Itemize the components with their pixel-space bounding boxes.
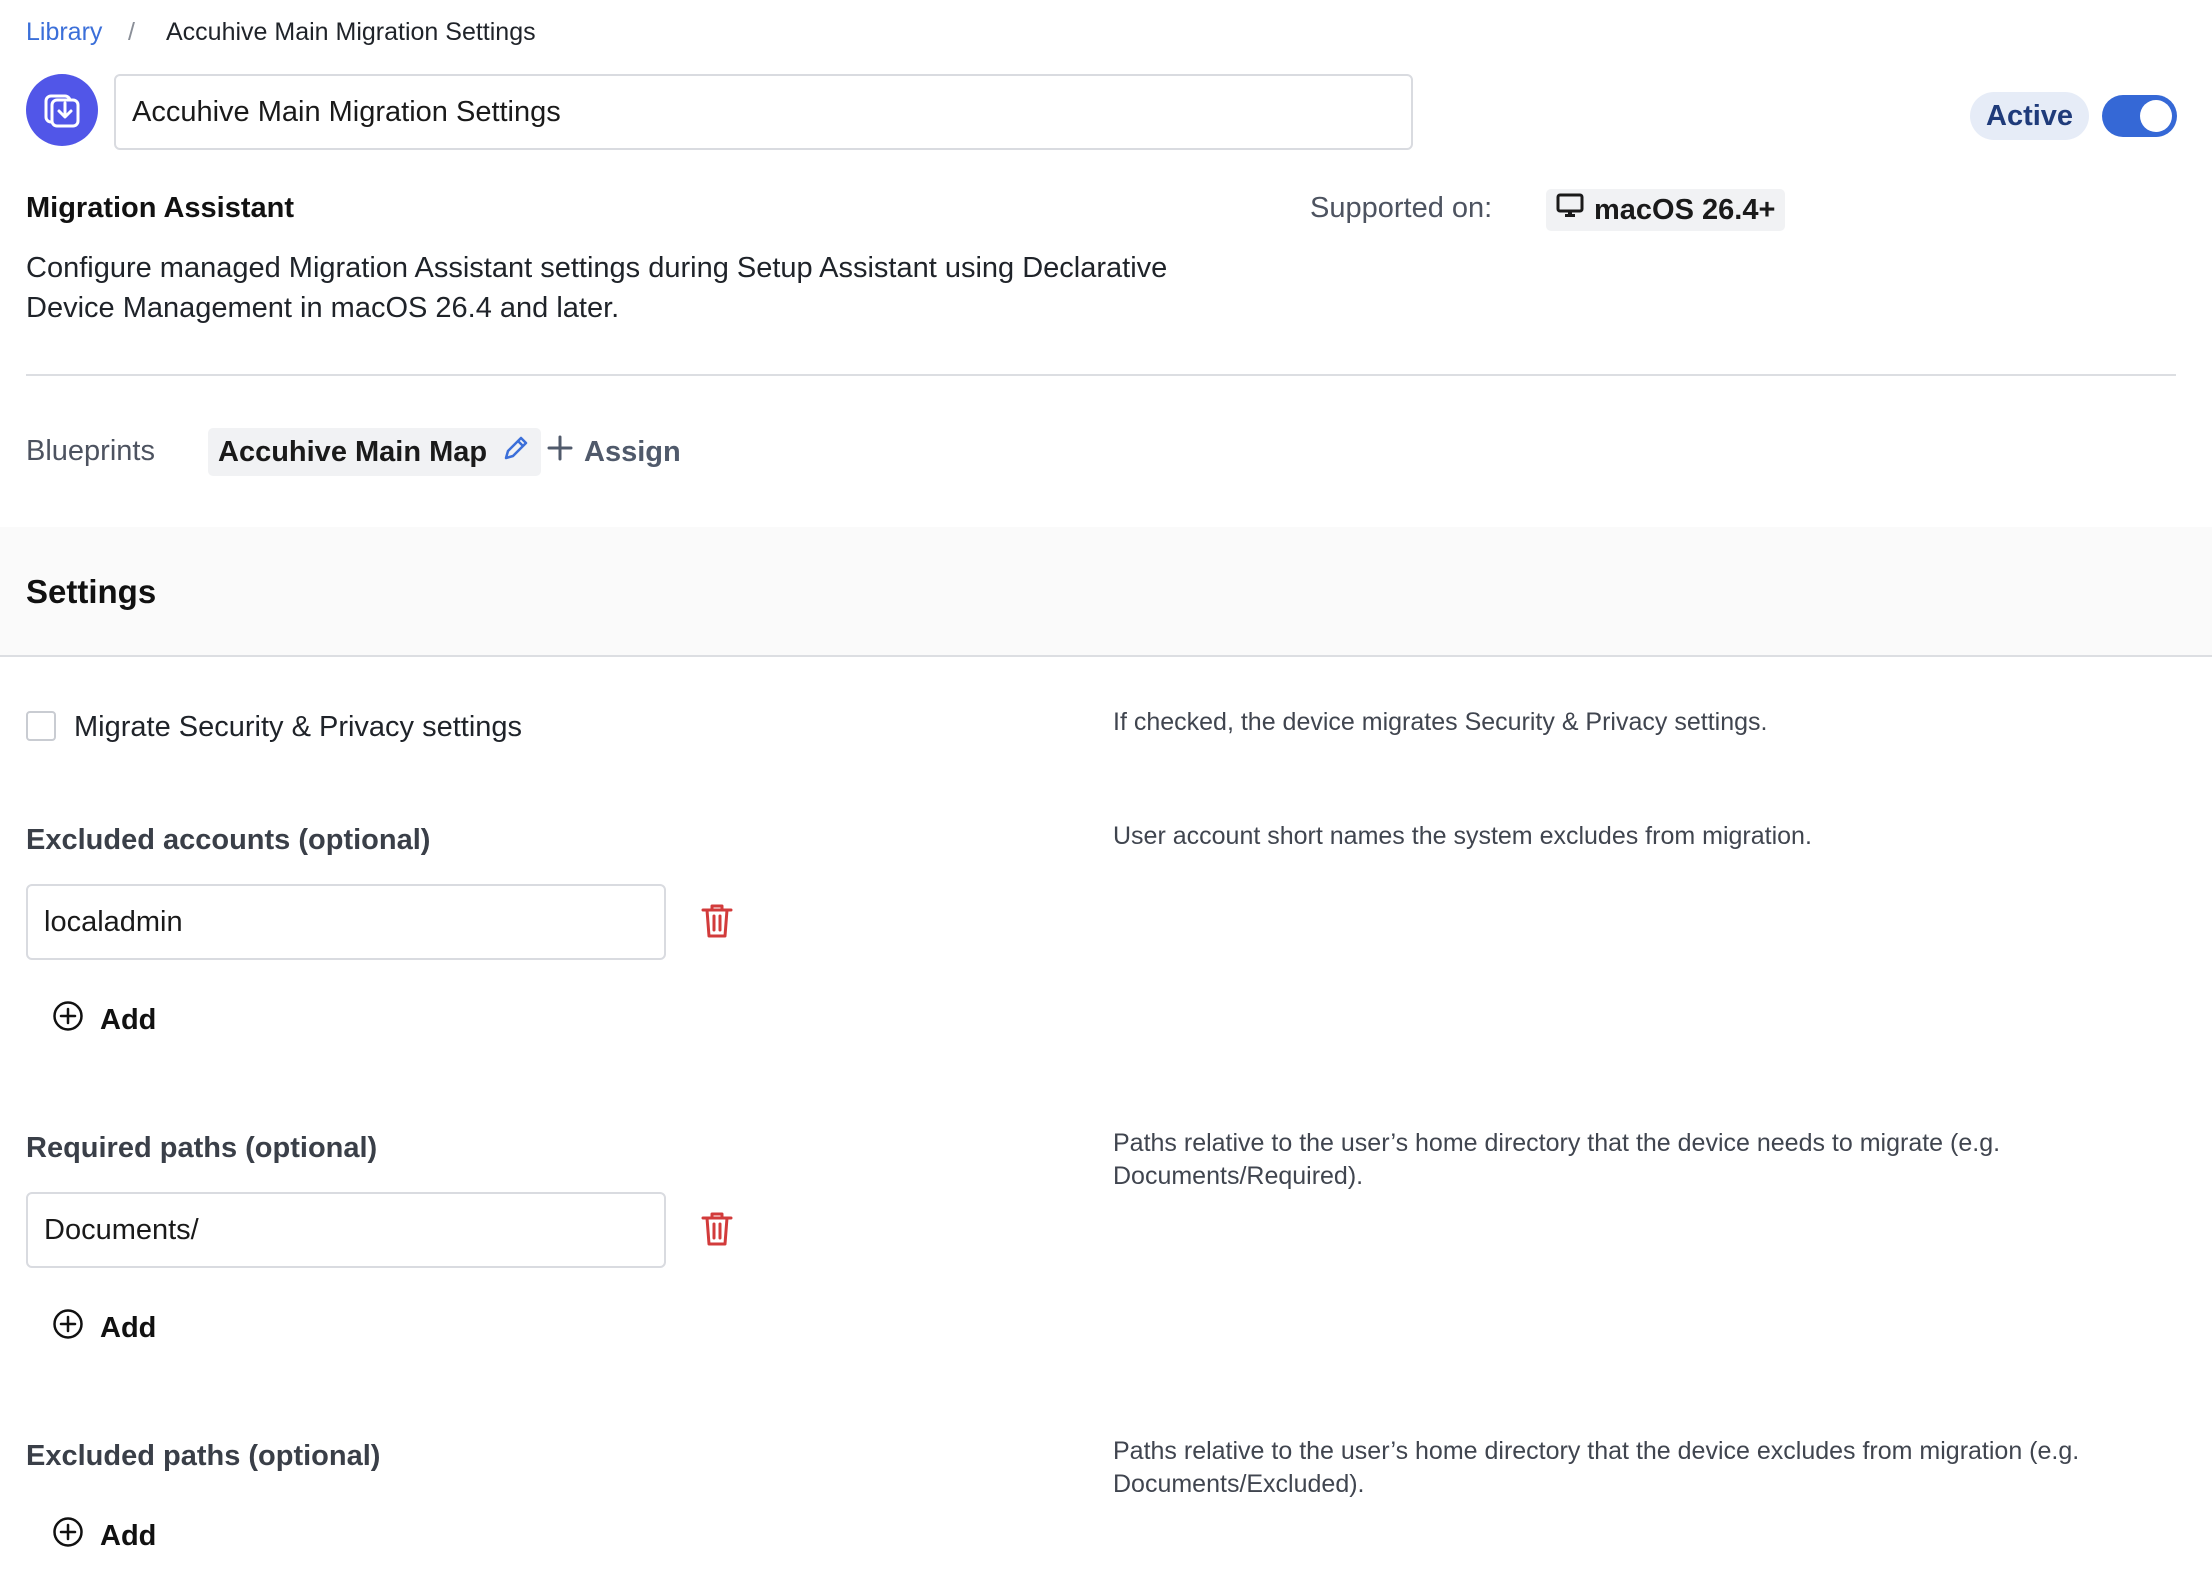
section-divider bbox=[26, 374, 2176, 376]
supported-os-label: macOS 26.4+ bbox=[1594, 193, 1776, 226]
add-excluded-path-button[interactable]: Add bbox=[52, 1514, 156, 1558]
blueprint-chip[interactable]: Accuhive Main Map bbox=[208, 428, 542, 476]
required-paths-label: Required paths (optional) bbox=[26, 1132, 378, 1164]
excluded-accounts-help: User account short names the system excl… bbox=[1113, 822, 1812, 850]
pencil-icon[interactable] bbox=[501, 433, 531, 471]
assign-blueprint-button[interactable]: Assign bbox=[546, 428, 681, 476]
required-paths-help: Paths relative to the user’s home direct… bbox=[1113, 1129, 2001, 1190]
add-label: Add bbox=[100, 1519, 157, 1552]
add-label: Add bbox=[100, 1003, 157, 1036]
status-badge: Active bbox=[1970, 92, 2090, 140]
add-excluded-account-button[interactable]: Add bbox=[52, 998, 156, 1042]
breadcrumb-separator: / bbox=[128, 18, 135, 46]
migrate-security-checkbox[interactable] bbox=[26, 711, 56, 741]
plus-circle-icon bbox=[52, 1308, 84, 1348]
blueprint-name: Accuhive Main Map bbox=[218, 435, 488, 468]
required-path-input[interactable] bbox=[26, 1192, 666, 1268]
blueprints-label: Blueprints bbox=[26, 435, 155, 467]
migrate-security-help: If checked, the device migrates Security… bbox=[1113, 708, 1768, 736]
plus-icon bbox=[546, 434, 574, 470]
settings-header bbox=[0, 527, 2212, 657]
library-item-title-input[interactable] bbox=[114, 74, 1413, 150]
supported-on-label: Supported on: bbox=[1310, 192, 1493, 224]
settings-title: Settings bbox=[26, 573, 157, 610]
delete-required-path-trash-icon[interactable] bbox=[700, 1210, 734, 1248]
library-item-name: Migration Assistant bbox=[26, 192, 295, 224]
breadcrumb-current: Accuhive Main Migration Settings bbox=[166, 18, 536, 46]
add-label: Add bbox=[100, 1311, 157, 1344]
add-required-path-button[interactable]: Add bbox=[52, 1306, 156, 1350]
plus-circle-icon bbox=[52, 1516, 84, 1556]
delete-excluded-account-trash-icon[interactable] bbox=[700, 902, 734, 940]
excluded-account-input[interactable] bbox=[26, 884, 666, 960]
breadcrumb-library-link[interactable]: Library bbox=[26, 18, 102, 47]
plus-circle-icon bbox=[52, 1000, 84, 1040]
library-item-description: Configure managed Migration Assistant se… bbox=[26, 252, 1168, 324]
active-toggle[interactable] bbox=[2102, 95, 2177, 137]
excluded-paths-help: Paths relative to the user’s home direct… bbox=[1113, 1437, 2080, 1498]
desktop-computer-icon bbox=[1556, 193, 1584, 227]
supported-os-badge: macOS 26.4+ bbox=[1546, 189, 1786, 231]
migrate-security-label[interactable]: Migrate Security & Privacy settings bbox=[74, 711, 522, 744]
download-tray-icon bbox=[26, 74, 98, 146]
excluded-accounts-label: Excluded accounts (optional) bbox=[26, 824, 431, 856]
excluded-paths-label: Excluded paths (optional) bbox=[26, 1440, 381, 1472]
toggle-knob bbox=[2140, 100, 2172, 132]
assign-label: Assign bbox=[584, 435, 681, 468]
